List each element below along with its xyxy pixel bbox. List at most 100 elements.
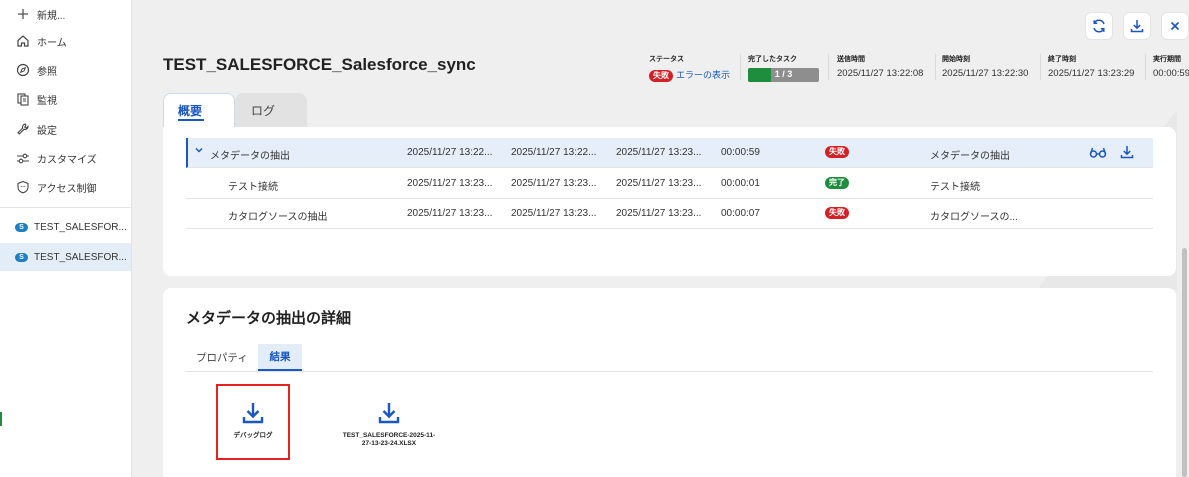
sidebar-item-browse[interactable]: 参照: [0, 56, 131, 84]
new-button[interactable]: 新規...: [0, 0, 131, 28]
chevron-down-icon[interactable]: [194, 145, 204, 158]
tab-label: プロパティ: [196, 352, 248, 364]
task-sent: 2025/11/27 13:22...: [407, 147, 493, 158]
start-time-value: 2025/11/27 13:22:30: [942, 68, 1029, 79]
new-label: 新規...: [37, 10, 66, 22]
plus-icon: [15, 6, 31, 22]
task-progress-bar: 1 / 3: [748, 68, 819, 82]
sidebar-divider: [0, 207, 131, 208]
sidebar-job-item-active[interactable]: S TEST_SALESFOR...: [0, 243, 131, 271]
completed-tasks-block: 完了したタスク 1 / 3: [748, 54, 819, 82]
tab-active-indicator: [178, 119, 204, 121]
file-xlsx[interactable]: TEST_SALESFORCE-2025-11- 27-13-23-24.XLS…: [329, 384, 449, 460]
tab-log[interactable]: ログ: [235, 93, 307, 127]
meta-divider: [828, 54, 829, 80]
end-time-block: 終了時刻 2025/11/27 13:23:29: [1048, 54, 1134, 79]
tab-label: 結果: [269, 351, 291, 363]
close-icon: [1170, 21, 1180, 31]
file-name-line: 27-13-23-24.XLSX: [361, 440, 417, 447]
scrollbar[interactable]: [1182, 248, 1187, 477]
duration-value: 00:00:59: [1153, 68, 1189, 79]
status-badge: 失敗: [825, 146, 849, 158]
task-name: カタログソースの抽出: [228, 212, 328, 223]
task-end: 2025/11/27 13:23...: [616, 147, 702, 158]
status-badge: 完了: [825, 177, 849, 189]
task-end: 2025/11/27 13:23...: [616, 178, 702, 189]
task-desc: メタデータの抽出: [930, 151, 1010, 162]
tab-label: 概要: [178, 104, 203, 118]
task-desc: カタログソースの...: [930, 212, 1018, 223]
sent-time-label: 送信時間: [837, 56, 865, 63]
task-sent: 2025/11/27 13:23...: [407, 178, 493, 189]
show-errors-link[interactable]: エラーの表示: [676, 70, 730, 80]
main-tabs: 概要 ログ: [163, 93, 307, 127]
details-card: メタデータの抽出の詳細 プロパティ 結果 デバッグログ TEST_SALESFO…: [163, 288, 1176, 477]
sent-time-block: 送信時間 2025/11/27 13:22:08: [837, 54, 923, 79]
tab-overview[interactable]: 概要: [163, 93, 235, 127]
end-time-value: 2025/11/27 13:23:29: [1048, 68, 1135, 79]
sidebar-item-label: アクセス制御: [37, 183, 97, 195]
download-button[interactable]: [1123, 12, 1151, 40]
details-title: メタデータの抽出の詳細: [186, 310, 352, 327]
file-name-line: TEST_SALESFORCE-2025-11-: [342, 432, 436, 439]
task-duration: 00:00:07: [721, 208, 760, 219]
duration-block: 実行期間 00:00:59: [1153, 54, 1189, 79]
sidebar-item-access-control[interactable]: アクセス制御: [0, 173, 131, 201]
task-duration: 00:00:01: [721, 178, 760, 189]
end-time-label: 終了時刻: [1048, 56, 1076, 63]
page-title: TEST_SALESFORCE_Salesforce_sync: [163, 55, 476, 74]
compass-icon: [15, 62, 31, 78]
task-desc: テスト接続: [930, 182, 980, 193]
refresh-icon: [1093, 19, 1105, 33]
duration-label: 実行期間: [1153, 56, 1181, 63]
sliders-icon: [15, 150, 31, 166]
table-row[interactable]: カタログソースの抽出 2025/11/27 13:23... 2025/11/2…: [186, 199, 1153, 229]
salesforce-icon: S: [15, 222, 28, 232]
start-time-block: 開始時刻 2025/11/27 13:22:30: [942, 54, 1028, 79]
sidebar-item-home[interactable]: ホーム: [0, 27, 131, 55]
tab-label: ログ: [251, 103, 276, 118]
home-icon: [15, 33, 31, 49]
meta-divider: [935, 54, 936, 80]
download-icon: [1130, 20, 1144, 33]
sidebar: 新規... ホーム 参照 監視 設定 カスタマイズ アクセス制御 S TEST_…: [0, 0, 132, 477]
task-name: テスト接続: [228, 182, 278, 193]
meta-divider: [1145, 54, 1146, 80]
sent-time-value: 2025/11/27 13:22:08: [837, 68, 924, 79]
sidebar-item-settings[interactable]: 設定: [0, 115, 131, 143]
sidebar-item-label: 参照: [37, 66, 57, 78]
task-duration: 00:00:59: [721, 147, 760, 158]
close-button[interactable]: [1161, 12, 1189, 40]
status-badge: 失敗: [649, 70, 673, 82]
file-name: TEST_SALESFORCE-2025-11- 27-13-23-24.XLS…: [343, 432, 435, 448]
table-row[interactable]: メタデータの抽出 2025/11/27 13:22... 2025/11/27 …: [186, 138, 1153, 168]
task-start: 2025/11/27 13:23...: [511, 208, 597, 219]
tab-properties[interactable]: プロパティ: [186, 344, 258, 371]
task-sent: 2025/11/27 13:23...: [407, 208, 493, 219]
sidebar-job-item[interactable]: S TEST_SALESFOR...: [0, 213, 131, 241]
task-progress-text: 1 / 3: [774, 69, 793, 79]
details-tabs: プロパティ 結果: [186, 344, 1153, 372]
download-icon[interactable]: [1119, 144, 1135, 163]
sidebar-item-label: 監視: [37, 95, 57, 107]
download-icon: [378, 403, 400, 424]
view-icon[interactable]: [1089, 144, 1107, 163]
sidebar-job-label: TEST_SALESFOR...: [34, 251, 127, 263]
task-start: 2025/11/27 13:23...: [511, 178, 597, 189]
task-name: メタデータの抽出: [210, 151, 290, 162]
shield-icon: [15, 179, 31, 195]
meta-divider: [740, 54, 741, 80]
tab-results[interactable]: 結果: [258, 344, 302, 371]
task-start: 2025/11/27 13:22...: [511, 147, 597, 158]
completed-tasks-label: 完了したタスク: [748, 56, 797, 63]
sidebar-item-customize[interactable]: カスタマイズ: [0, 144, 131, 172]
monitor-icon: [15, 91, 31, 107]
sidebar-item-monitor[interactable]: 監視: [0, 85, 131, 113]
table-row[interactable]: テスト接続 2025/11/27 13:23... 2025/11/27 13:…: [186, 169, 1153, 199]
refresh-button[interactable]: [1085, 12, 1113, 40]
wrench-icon: [15, 121, 31, 137]
sidebar-item-label: ホーム: [37, 37, 67, 49]
sidebar-job-label: TEST_SALESFOR...: [34, 221, 127, 233]
status-badge: 失敗: [825, 207, 849, 219]
sidebar-item-label: 設定: [37, 125, 57, 137]
